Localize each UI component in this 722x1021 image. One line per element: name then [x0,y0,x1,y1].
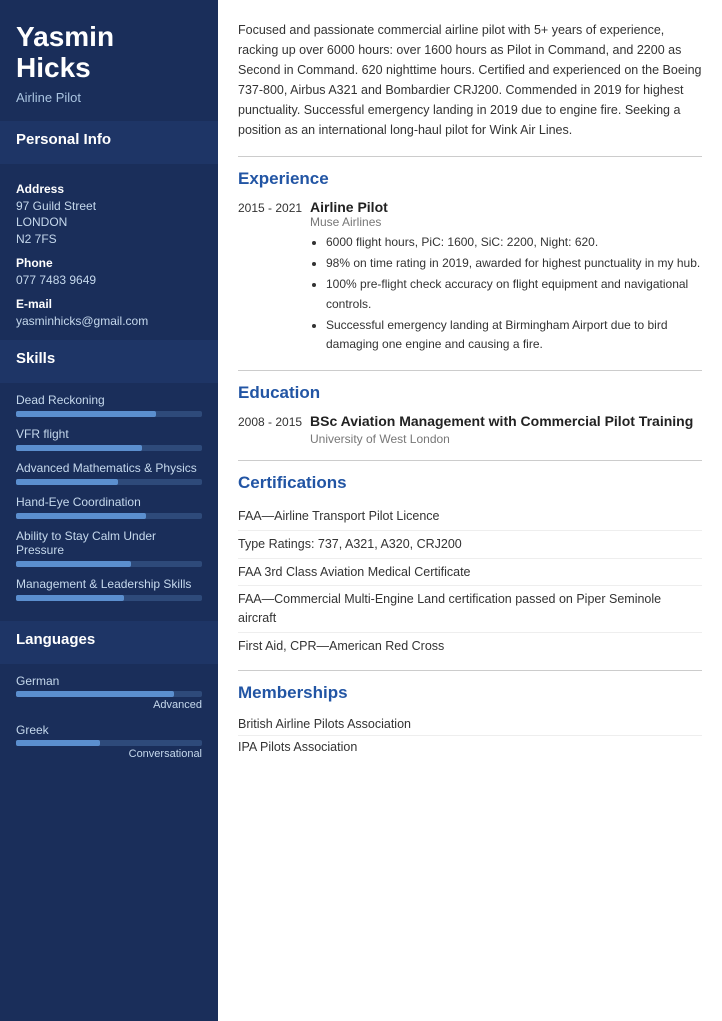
skill-item: Hand-Eye Coordination [16,495,202,519]
summary-text: Focused and passionate commercial airlin… [238,20,702,140]
skill-bar-bg [16,411,202,417]
skills-content: Dead Reckoning VFR flight Advanced Mathe… [0,383,218,621]
skill-item: VFR flight [16,427,202,451]
sidebar-header: Yasmin Hicks Airline Pilot [0,0,218,121]
sidebar: Yasmin Hicks Airline Pilot Personal Info… [0,0,218,1021]
skill-name: VFR flight [16,427,202,441]
skill-bar-bg [16,445,202,451]
membership-item: IPA Pilots Association [238,736,702,758]
memberships-divider [238,670,702,671]
edu-detail: BSc Aviation Management with Commercial … [310,413,702,446]
skill-bar-fill [16,595,124,601]
languages-content: German Advanced Greek Conversational [0,664,218,782]
exp-company: Muse Airlines [310,215,702,229]
skill-name: Management & Leadership Skills [16,577,202,591]
language-level: Conversational [16,748,202,760]
candidate-title: Airline Pilot [16,90,202,105]
language-bar-fill [16,740,100,746]
certifications-list: FAA—Airline Transport Pilot LicenceType … [238,503,702,660]
edu-degree: BSc Aviation Management with Commercial … [310,413,702,429]
experience-container: 2015 - 2021 Airline Pilot Muse Airlines … [238,199,702,356]
language-item: German Advanced [16,674,202,711]
exp-bullets: 6000 flight hours, PiC: 1600, SiC: 2200,… [310,233,702,354]
phone-value: 077 7483 9649 [16,272,202,289]
certification-item: First Aid, CPR—American Red Cross [238,633,702,660]
language-name: German [16,674,202,688]
email-label: E-mail [16,297,202,311]
education-row: 2008 - 2015 BSc Aviation Management with… [238,413,702,446]
skill-name: Hand-Eye Coordination [16,495,202,509]
skill-bar-fill [16,445,142,451]
skill-bar-fill [16,513,146,519]
languages-heading: Languages [16,631,202,648]
skill-bar-bg [16,561,202,567]
language-bar-bg [16,691,202,697]
certifications-heading: Certifications [238,473,702,493]
skill-bar-bg [16,479,202,485]
education-heading: Education [238,383,702,403]
exp-job-title: Airline Pilot [310,199,702,215]
experience-row: 2015 - 2021 Airline Pilot Muse Airlines … [238,199,702,356]
skills-section-header: Skills [0,340,218,383]
personal-info-section: Personal Info [0,121,218,164]
languages-section-header: Languages [0,621,218,664]
bullet-item: Successful emergency landing at Birmingh… [326,316,702,354]
language-level: Advanced [16,699,202,711]
address-label: Address [16,182,202,196]
language-bar-bg [16,740,202,746]
certification-item: Type Ratings: 737, A321, A320, CRJ200 [238,531,702,559]
certification-item: FAA 3rd Class Aviation Medical Certifica… [238,559,702,587]
email-value: yasminhicks@gmail.com [16,313,202,330]
memberships-heading: Memberships [238,683,702,703]
phone-label: Phone [16,256,202,270]
certification-item: FAA—Airline Transport Pilot Licence [238,503,702,531]
bullet-item: 6000 flight hours, PiC: 1600, SiC: 2200,… [326,233,702,252]
skill-name: Advanced Mathematics & Physics [16,461,202,475]
experience-divider [238,156,702,157]
candidate-name: Yasmin Hicks [16,22,202,84]
skill-bar-fill [16,479,118,485]
language-item: Greek Conversational [16,723,202,760]
language-bar-fill [16,691,174,697]
skill-bar-bg [16,513,202,519]
skill-item: Management & Leadership Skills [16,577,202,601]
address-line2: LONDON [16,214,202,231]
bullet-item: 98% on time rating in 2019, awarded for … [326,254,702,273]
language-name: Greek [16,723,202,737]
skill-bar-fill [16,411,156,417]
address-line3: N2 7FS [16,231,202,248]
skill-name: Ability to Stay Calm Under Pressure [16,529,202,557]
skill-item: Dead Reckoning [16,393,202,417]
personal-info-content: Address 97 Guild Street LONDON N2 7FS Ph… [0,164,218,340]
education-container: 2008 - 2015 BSc Aviation Management with… [238,413,702,446]
certifications-divider [238,460,702,461]
skills-heading: Skills [16,350,202,367]
skill-item: Ability to Stay Calm Under Pressure [16,529,202,567]
bullet-item: 100% pre-flight check accuracy on flight… [326,275,702,313]
experience-heading: Experience [238,169,702,189]
education-divider [238,370,702,371]
exp-date: 2015 - 2021 [238,199,310,356]
exp-detail: Airline Pilot Muse Airlines 6000 flight … [310,199,702,356]
skill-item: Advanced Mathematics & Physics [16,461,202,485]
memberships-list: British Airline Pilots AssociationIPA Pi… [238,713,702,758]
certification-item: FAA—Commercial Multi-Engine Land certifi… [238,586,702,633]
skill-name: Dead Reckoning [16,393,202,407]
address-line1: 97 Guild Street [16,198,202,215]
personal-info-heading: Personal Info [16,131,202,148]
skill-bar-bg [16,595,202,601]
main-content: Focused and passionate commercial airlin… [218,0,722,1021]
membership-item: British Airline Pilots Association [238,713,702,736]
edu-university: University of West London [310,432,702,446]
edu-date: 2008 - 2015 [238,413,310,446]
skill-bar-fill [16,561,131,567]
